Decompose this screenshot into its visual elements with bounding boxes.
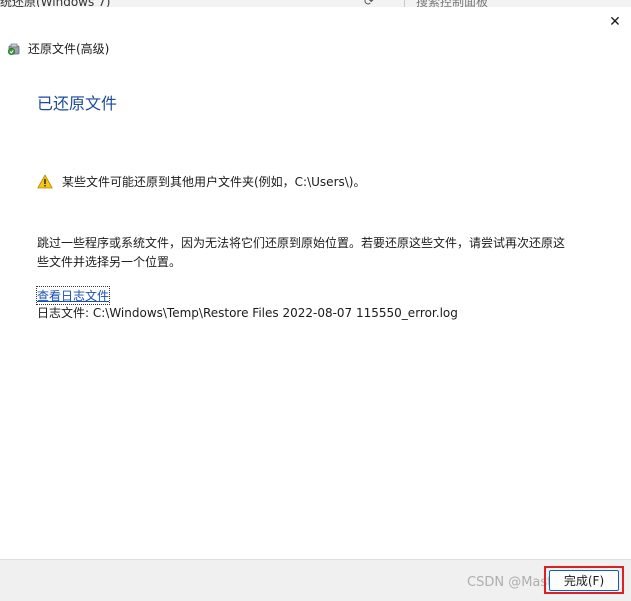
restore-icon (7, 43, 20, 55)
separator (404, 0, 405, 7)
restore-files-dialog: ✕ 还原文件(高级) 已还原文件 某些文件可能还原到其他用户文件夹(例如，C:\… (0, 7, 631, 601)
dialog-title-bar: 还原文件(高级) (6, 40, 109, 57)
finish-button[interactable]: 完成(F) (549, 570, 619, 591)
log-file-path: 日志文件: C:\Windows\Temp\Restore Files 2022… (37, 306, 458, 320)
page-heading: 已还原文件 (37, 94, 118, 113)
skipped-files-description: 跳过一些程序或系统文件，因为无法将它们还原到原始位置。若要还原这些文件，请尝试再… (37, 236, 566, 269)
view-log-file-link[interactable]: 查看日志文件 (35, 286, 111, 305)
dialog-footer: CSDN @Master1028 完成(F) (0, 559, 631, 601)
dialog-title: 还原文件(高级) (28, 42, 110, 56)
warning-message: 某些文件可能还原到其他用户文件夹(例如，C:\Users\)。 (37, 173, 365, 190)
warning-text: 某些文件可能还原到其他用户文件夹(例如，C:\Users\)。 (62, 175, 366, 189)
close-icon[interactable]: ✕ (604, 11, 626, 33)
warning-icon (37, 174, 53, 189)
